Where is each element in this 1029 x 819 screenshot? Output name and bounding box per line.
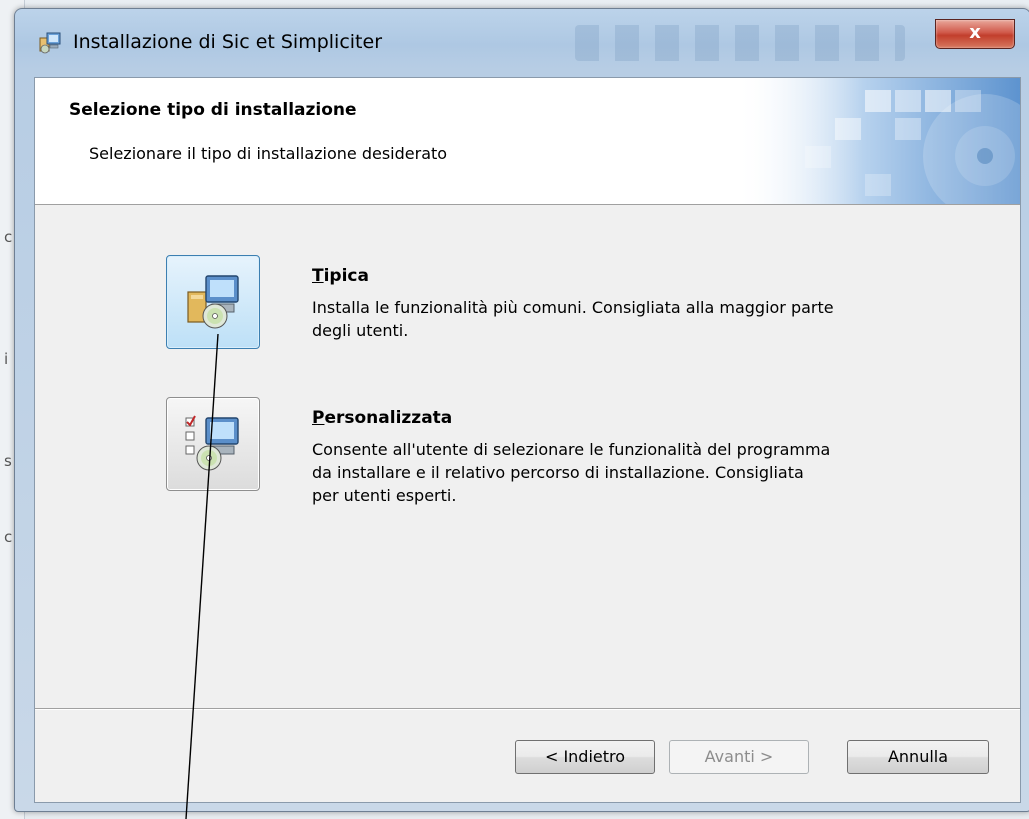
window-title: Installazione di Sic et Simpliciter xyxy=(73,31,383,53)
background-letter: c xyxy=(4,528,13,546)
next-button[interactable]: Avanti > xyxy=(669,740,809,774)
glass-blur-decoration xyxy=(575,25,905,61)
typical-option-description: Installa le funzionalità più comuni. Con… xyxy=(312,298,834,340)
installer-window: Installazione di Sic et Simpliciter x Se… xyxy=(14,8,1029,812)
back-button[interactable]: < Indietro xyxy=(515,740,655,774)
dialog-client-area: Selezione tipo di installazione Selezion… xyxy=(34,77,1021,803)
custom-install-button[interactable] xyxy=(166,397,260,491)
background-letter: i xyxy=(4,350,9,368)
close-button[interactable]: x xyxy=(935,19,1015,49)
page-title: Selezione tipo di installazione xyxy=(69,100,357,120)
footer-separator xyxy=(35,708,1020,710)
typical-install-icon xyxy=(187,275,239,329)
custom-option-label[interactable]: Personalizzata xyxy=(312,408,452,428)
typical-option-label[interactable]: Tipica xyxy=(312,266,369,286)
background-letter: s xyxy=(4,452,12,470)
installer-package-icon xyxy=(39,32,61,54)
header-banner-art xyxy=(735,78,1020,204)
wizard-header: Selezione tipo di installazione Selezion… xyxy=(35,78,1020,205)
background-letter: c xyxy=(4,228,13,246)
custom-option-description: Consente all'utente di selezionare le fu… xyxy=(312,440,831,505)
custom-install-icon xyxy=(185,415,239,471)
title-bar[interactable]: Installazione di Sic et Simpliciter x xyxy=(15,9,1029,75)
typical-install-button[interactable] xyxy=(166,255,260,349)
page-subtitle: Selezionare il tipo di installazione des… xyxy=(89,144,448,163)
cancel-button[interactable]: Annulla xyxy=(847,740,989,774)
